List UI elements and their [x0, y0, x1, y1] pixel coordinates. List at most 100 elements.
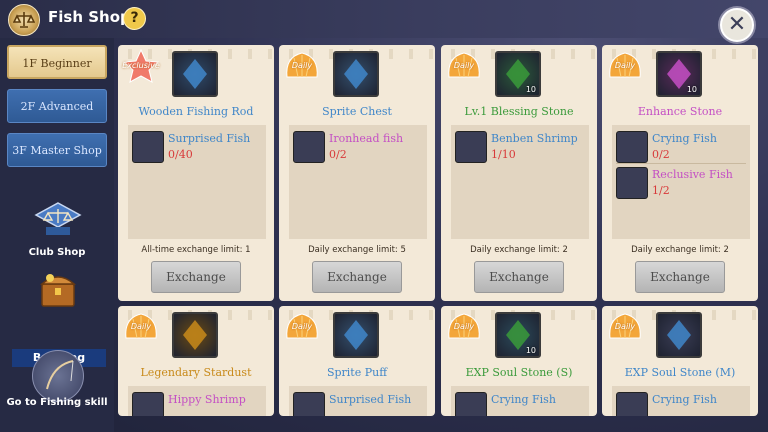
shrimp-icon[interactable]	[455, 131, 487, 163]
shop-item-card: Daily Legendary Stardust Hippy Shrimp	[118, 306, 274, 416]
puff-icon[interactable]	[333, 312, 379, 358]
shop-item-card: Daily 10 Lv.1 Blessing Stone Benben Shrim…	[441, 45, 597, 301]
item-name: Lv.1 Blessing Stone	[464, 105, 574, 118]
exchange-button[interactable]: Exchange	[151, 261, 241, 293]
blessing-stone-icon[interactable]: 10	[495, 51, 541, 97]
requirement-count: 1/10	[491, 148, 516, 161]
item-quantity: 10	[686, 85, 697, 94]
badge-label: Exclusive	[122, 61, 160, 70]
bait-bag-chest-icon[interactable]	[32, 270, 84, 310]
exchange-button[interactable]: Exchange	[312, 261, 402, 293]
requirement-name: Reclusive Fish	[652, 168, 733, 181]
shop-item-card: Daily EXP Soul Stone (M) Crying Fish	[602, 306, 758, 416]
requirement-row: Benben Shrimp 1/10	[455, 129, 587, 163]
fishing-rod-icon[interactable]	[172, 51, 218, 97]
exchange-limit: Daily exchange limit: 5	[308, 245, 406, 255]
club-shop-label[interactable]: Club Shop	[0, 247, 114, 258]
requirements-panel: Hippy Shrimp	[128, 386, 266, 416]
fishing-skill-icon[interactable]	[32, 350, 84, 402]
shrimp-icon[interactable]	[132, 392, 164, 416]
daily-badge: Daily	[283, 310, 321, 344]
daily-badge: Daily	[122, 310, 160, 344]
scale-logo-icon	[8, 4, 40, 36]
requirement-name: Crying Fish	[652, 132, 717, 145]
stardust-icon[interactable]	[172, 312, 218, 358]
requirement-count: 0/2	[329, 148, 347, 161]
requirement-name: Crying Fish	[491, 393, 556, 406]
requirement-name: Crying Fish	[652, 393, 717, 406]
shop-item-card: Daily 10 Enhance Stone Crying Fish 0/2 Re…	[602, 45, 758, 301]
requirements-panel: Benben Shrimp 1/10	[451, 125, 589, 239]
requirement-row: Crying Fish	[455, 390, 587, 416]
fish-icon[interactable]	[293, 131, 325, 163]
fishing-skill-link[interactable]: Go to Fishing skill	[0, 397, 114, 408]
fish-icon[interactable]	[455, 392, 487, 416]
requirement-row: Crying Fish 0/2	[616, 129, 748, 163]
divider	[616, 163, 746, 164]
sidebar: 1F Beginner Shop 2F Advanced Shop 3F Mas…	[0, 38, 114, 432]
shop-item-card: Daily Sprite Chest Ironhead fish 0/2 Dail…	[279, 45, 435, 301]
requirement-row: Surprised Fish	[293, 390, 425, 416]
requirement-count: 0/2	[652, 148, 670, 161]
close-button[interactable]: ✕	[720, 8, 754, 42]
shop-item-card: Daily Sprite Puff Surprised Fish	[279, 306, 435, 416]
requirement-name: Ironhead fish	[329, 132, 404, 145]
fish-icon[interactable]	[132, 131, 164, 163]
soul-stone-icon[interactable]	[656, 312, 702, 358]
enhance-stone-icon[interactable]: 10	[656, 51, 702, 97]
badge-label: Daily	[291, 322, 313, 331]
item-name: Sprite Chest	[322, 105, 392, 118]
tab-3f-master-shop[interactable]: 3F Master Shop	[7, 133, 107, 167]
soul-stone-icon[interactable]: 10	[495, 312, 541, 358]
fish-icon[interactable]	[616, 131, 648, 163]
badge-label: Daily	[291, 61, 313, 70]
shop-item-card: Exclusive Wooden Fishing Rod Surprised F…	[118, 45, 274, 301]
requirement-row: Crying Fish	[616, 390, 748, 416]
daily-badge: Daily	[606, 310, 644, 344]
requirement-name: Surprised Fish	[168, 132, 251, 145]
requirements-panel: Surprised Fish	[289, 386, 427, 416]
item-name: EXP Soul Stone (S)	[465, 366, 573, 379]
requirements-panel: Crying Fish	[612, 386, 750, 416]
header-bar: Fish Shop ?	[0, 0, 768, 38]
daily-badge: Daily	[606, 49, 644, 83]
fish-icon[interactable]	[616, 167, 648, 199]
daily-badge: Daily	[445, 49, 483, 83]
item-name: Enhance Stone	[637, 105, 723, 118]
item-name: EXP Soul Stone (M)	[624, 366, 736, 379]
fish-icon[interactable]	[616, 392, 648, 416]
club-shop-icon[interactable]	[32, 201, 84, 241]
page-title: Fish Shop	[48, 8, 131, 26]
item-name: Wooden Fishing Rod	[138, 105, 254, 118]
shop-item-card: Daily 10 EXP Soul Stone (S) Crying Fish	[441, 306, 597, 416]
requirement-count: 1/2	[652, 184, 670, 197]
requirement-name: Surprised Fish	[329, 393, 412, 406]
exchange-button[interactable]: Exchange	[635, 261, 725, 293]
fish-icon[interactable]	[293, 392, 325, 416]
requirements-panel: Crying Fish	[451, 386, 589, 416]
requirement-row: Reclusive Fish 1/2	[616, 165, 748, 199]
requirement-name: Benben Shrimp	[491, 132, 578, 145]
daily-badge: Daily	[283, 49, 321, 83]
exchange-limit: Daily exchange limit: 2	[631, 245, 729, 255]
exchange-button[interactable]: Exchange	[474, 261, 564, 293]
tab-2f-advanced-shop[interactable]: 2F Advanced Shop	[7, 89, 107, 147]
requirement-row: Ironhead fish 0/2	[293, 129, 425, 163]
badge-label: Daily	[614, 61, 636, 70]
requirements-panel: Ironhead fish 0/2	[289, 125, 427, 239]
help-icon[interactable]: ?	[123, 7, 146, 30]
badge-label: Daily	[130, 322, 152, 331]
badge-label: Daily	[453, 61, 475, 70]
requirements-panel: Crying Fish 0/2 Reclusive Fish 1/2	[612, 125, 750, 239]
daily-badge: Daily	[445, 310, 483, 344]
item-name: Legendary Stardust	[140, 366, 252, 379]
exclusive-badge: Exclusive	[122, 48, 160, 83]
chest-icon[interactable]	[333, 51, 379, 97]
requirement-row: Hippy Shrimp	[132, 390, 264, 416]
badge-label: Daily	[614, 322, 636, 331]
tab-1f-beginner-shop[interactable]: 1F Beginner Shop	[7, 45, 107, 104]
badge-label: Daily	[453, 322, 475, 331]
requirement-count: 0/40	[168, 148, 193, 161]
item-quantity: 10	[525, 346, 536, 355]
requirements-panel: Surprised Fish 0/40	[128, 125, 266, 239]
